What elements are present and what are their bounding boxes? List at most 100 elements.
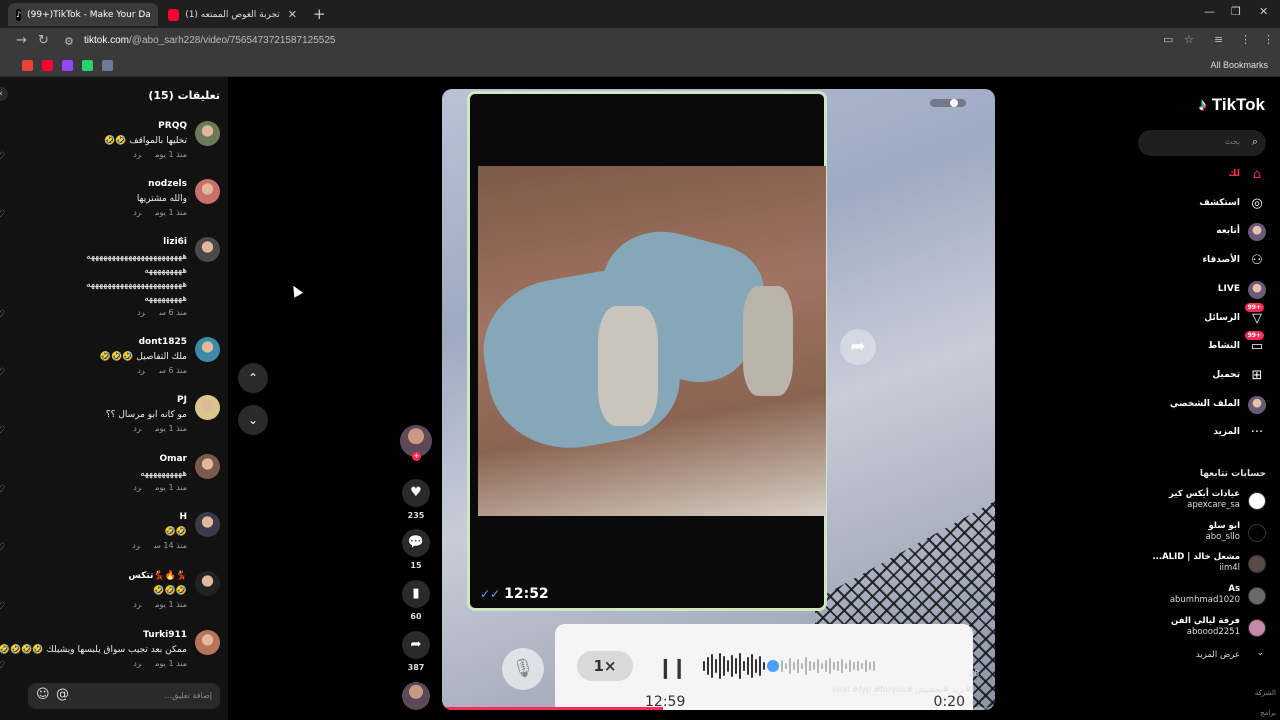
heart-icon[interactable]: ♡ (0, 660, 5, 671)
media-icon[interactable]: ≡ (1214, 33, 1223, 46)
heart-icon[interactable]: ♡ (0, 367, 5, 378)
cast-icon[interactable]: ▭ (1163, 33, 1173, 46)
avatar[interactable] (195, 630, 220, 655)
new-tab-button[interactable]: + (313, 5, 326, 23)
heart-icon[interactable]: ♡ (0, 309, 5, 320)
twitch-bookmark-icon[interactable] (62, 60, 73, 71)
forward-icon[interactable]: → (16, 33, 27, 48)
avatar[interactable] (195, 512, 220, 537)
sidebar-item[interactable]: ◎ استكشف (1141, 194, 1266, 216)
reply-button[interactable]: رد (133, 150, 141, 159)
search-input[interactable]: بحث ⌕ (1138, 130, 1266, 156)
bookmark-star-icon[interactable]: ☆ (1184, 33, 1194, 46)
heart-icon[interactable]: ♡ (0, 425, 5, 436)
avatar[interactable] (195, 121, 220, 146)
heart-icon[interactable]: ♡ (0, 209, 5, 220)
see-more-link[interactable]: عرض المزيد (1196, 650, 1240, 660)
tab-close-icon[interactable]: ✕ (151, 8, 158, 21)
comment-username[interactable]: Omar (159, 454, 187, 464)
profile-icon[interactable]: ⋮ (1240, 33, 1251, 46)
following-account[interactable]: فرقة ليالي الفن aboood2251 (1141, 615, 1266, 641)
reload-icon[interactable]: ↻ (38, 33, 49, 48)
reply-button[interactable]: رد (137, 366, 145, 375)
reply-button[interactable]: رد (137, 308, 145, 317)
close-comments-icon[interactable]: ‹ (0, 87, 8, 101)
mention-icon[interactable]: @ (56, 687, 69, 702)
programs-link[interactable]: برامج (1260, 709, 1276, 717)
url-field[interactable]: tiktok.com/@abo_sarh228/video/7565473721… (84, 35, 335, 46)
site-info-icon[interactable]: ⚙ (64, 35, 74, 48)
comment-username[interactable]: nodzels (148, 179, 187, 189)
video-player[interactable]: ✓✓ 12:52 ➦ 1× ❙❙ 12:59 0:20 🎙 28 #ترند #ت… (442, 89, 995, 710)
sidebar-item[interactable]: ● LIVE (1141, 280, 1266, 302)
menu-icon[interactable]: ⋮ (1263, 33, 1274, 46)
company-link[interactable]: الشركة (1255, 689, 1276, 697)
tab-youtube[interactable]: (1) تجربة الغوص الممتعه ✕ (160, 3, 305, 26)
comment-username[interactable]: lizi6i (163, 237, 187, 247)
sidebar-item[interactable]: ⊞ تحميل (1141, 366, 1266, 388)
gmail-bookmark-icon[interactable] (22, 60, 33, 71)
like-icon[interactable]: ♥ (402, 479, 430, 507)
comment-username[interactable]: H (179, 512, 187, 522)
avatar[interactable] (195, 395, 220, 420)
avatar[interactable] (195, 337, 220, 362)
previous-video-button[interactable]: ⌃ (238, 363, 268, 393)
avatar[interactable] (195, 454, 220, 479)
minimize-icon[interactable]: — (1204, 5, 1215, 18)
chevron-down-icon[interactable]: ⌄ (1256, 648, 1264, 658)
sidebar-item[interactable]: ··· المزيد (1141, 423, 1266, 445)
heart-icon[interactable]: ♡ (0, 151, 5, 162)
heart-icon[interactable]: ♡ (0, 484, 5, 495)
avatar[interactable] (195, 179, 220, 204)
whatsapp-bookmark-icon[interactable] (82, 60, 93, 71)
reply-button[interactable]: رد (133, 659, 141, 668)
heart-icon[interactable]: ♡ (0, 542, 5, 553)
close-window-icon[interactable]: ✕ (1259, 5, 1268, 18)
reply-button[interactable]: رد (133, 208, 141, 217)
comment-username[interactable]: PJ (177, 395, 187, 405)
sidebar-item[interactable]: ⚇ الأصدقاء (1141, 251, 1266, 273)
emoji-icon[interactable]: ☺ (36, 687, 50, 702)
tiktok-logo[interactable]: ♪ TikTok (1199, 95, 1265, 115)
sidebar-item[interactable]: ⌂ لك (1141, 165, 1266, 187)
comment-username[interactable]: تتكس💃🔥💃 (128, 571, 187, 581)
sidebar-item[interactable]: ▽ الرسائل 99+ (1141, 303, 1266, 331)
following-account[interactable]: ابو سلو abo_sllo (1141, 520, 1266, 546)
share-icon[interactable]: ➦ (402, 631, 430, 659)
video-progress-bar[interactable] (442, 707, 995, 710)
video-hashtags[interactable]: #ترند #تحشيش #viral #fyp #foryou (832, 685, 971, 694)
comment-username[interactable]: PRQQ (158, 121, 187, 131)
playhead-dot[interactable] (767, 660, 779, 672)
sidebar-item[interactable]: ● أتابعه (1141, 222, 1266, 244)
comment-input[interactable]: ☺ @ إضافة تعليق... (28, 683, 220, 709)
reply-button[interactable]: رد (133, 424, 141, 433)
sidebar-item[interactable]: ▭ النشاط 99+ (1141, 331, 1266, 359)
reply-button[interactable]: رد (132, 541, 140, 550)
heart-icon[interactable]: ♡ (0, 601, 5, 612)
sidebar-item[interactable]: ● الملف الشخصي (1141, 395, 1266, 417)
extension-bookmark-icon[interactable] (102, 60, 113, 71)
reply-button[interactable]: رد (133, 600, 141, 609)
avatar[interactable] (195, 571, 220, 596)
avatar[interactable] (195, 237, 220, 262)
music-disc-avatar[interactable] (402, 682, 430, 710)
comment-username[interactable]: Turki911 (143, 630, 187, 640)
all-bookmarks[interactable]: All Bookmarks (1210, 60, 1268, 70)
following-account[interactable]: As abumhmad1020 (1141, 583, 1266, 609)
search-icon[interactable]: ⌕ (1252, 135, 1258, 149)
youtube-bookmark-icon[interactable] (42, 60, 53, 71)
next-video-button[interactable]: ⌄ (238, 405, 268, 435)
tab-tiktok[interactable]: ♪ (99+)TikTok - Make Your Da ✕ (8, 3, 158, 26)
bookmark-icon[interactable]: ▮ (402, 580, 430, 608)
tab-close-icon[interactable]: ✕ (280, 8, 297, 21)
reply-button[interactable]: رد (133, 483, 141, 492)
following-account[interactable]: مشعل خالد | ALID... iim4l (1141, 551, 1266, 577)
following-account[interactable]: عيادات أيكس كير apexcare_sa (1141, 488, 1266, 514)
comment-icon[interactable]: 💬 (402, 529, 430, 557)
follow-plus-icon[interactable]: + (412, 452, 421, 461)
comment-username[interactable]: dont1825 (139, 337, 187, 347)
comment-text: ههههههههههه (140, 469, 187, 479)
tiktok-note-icon: ♪ (1198, 95, 1208, 114)
volume-slider[interactable] (930, 99, 966, 107)
maximize-icon[interactable]: ❐ (1231, 5, 1241, 18)
